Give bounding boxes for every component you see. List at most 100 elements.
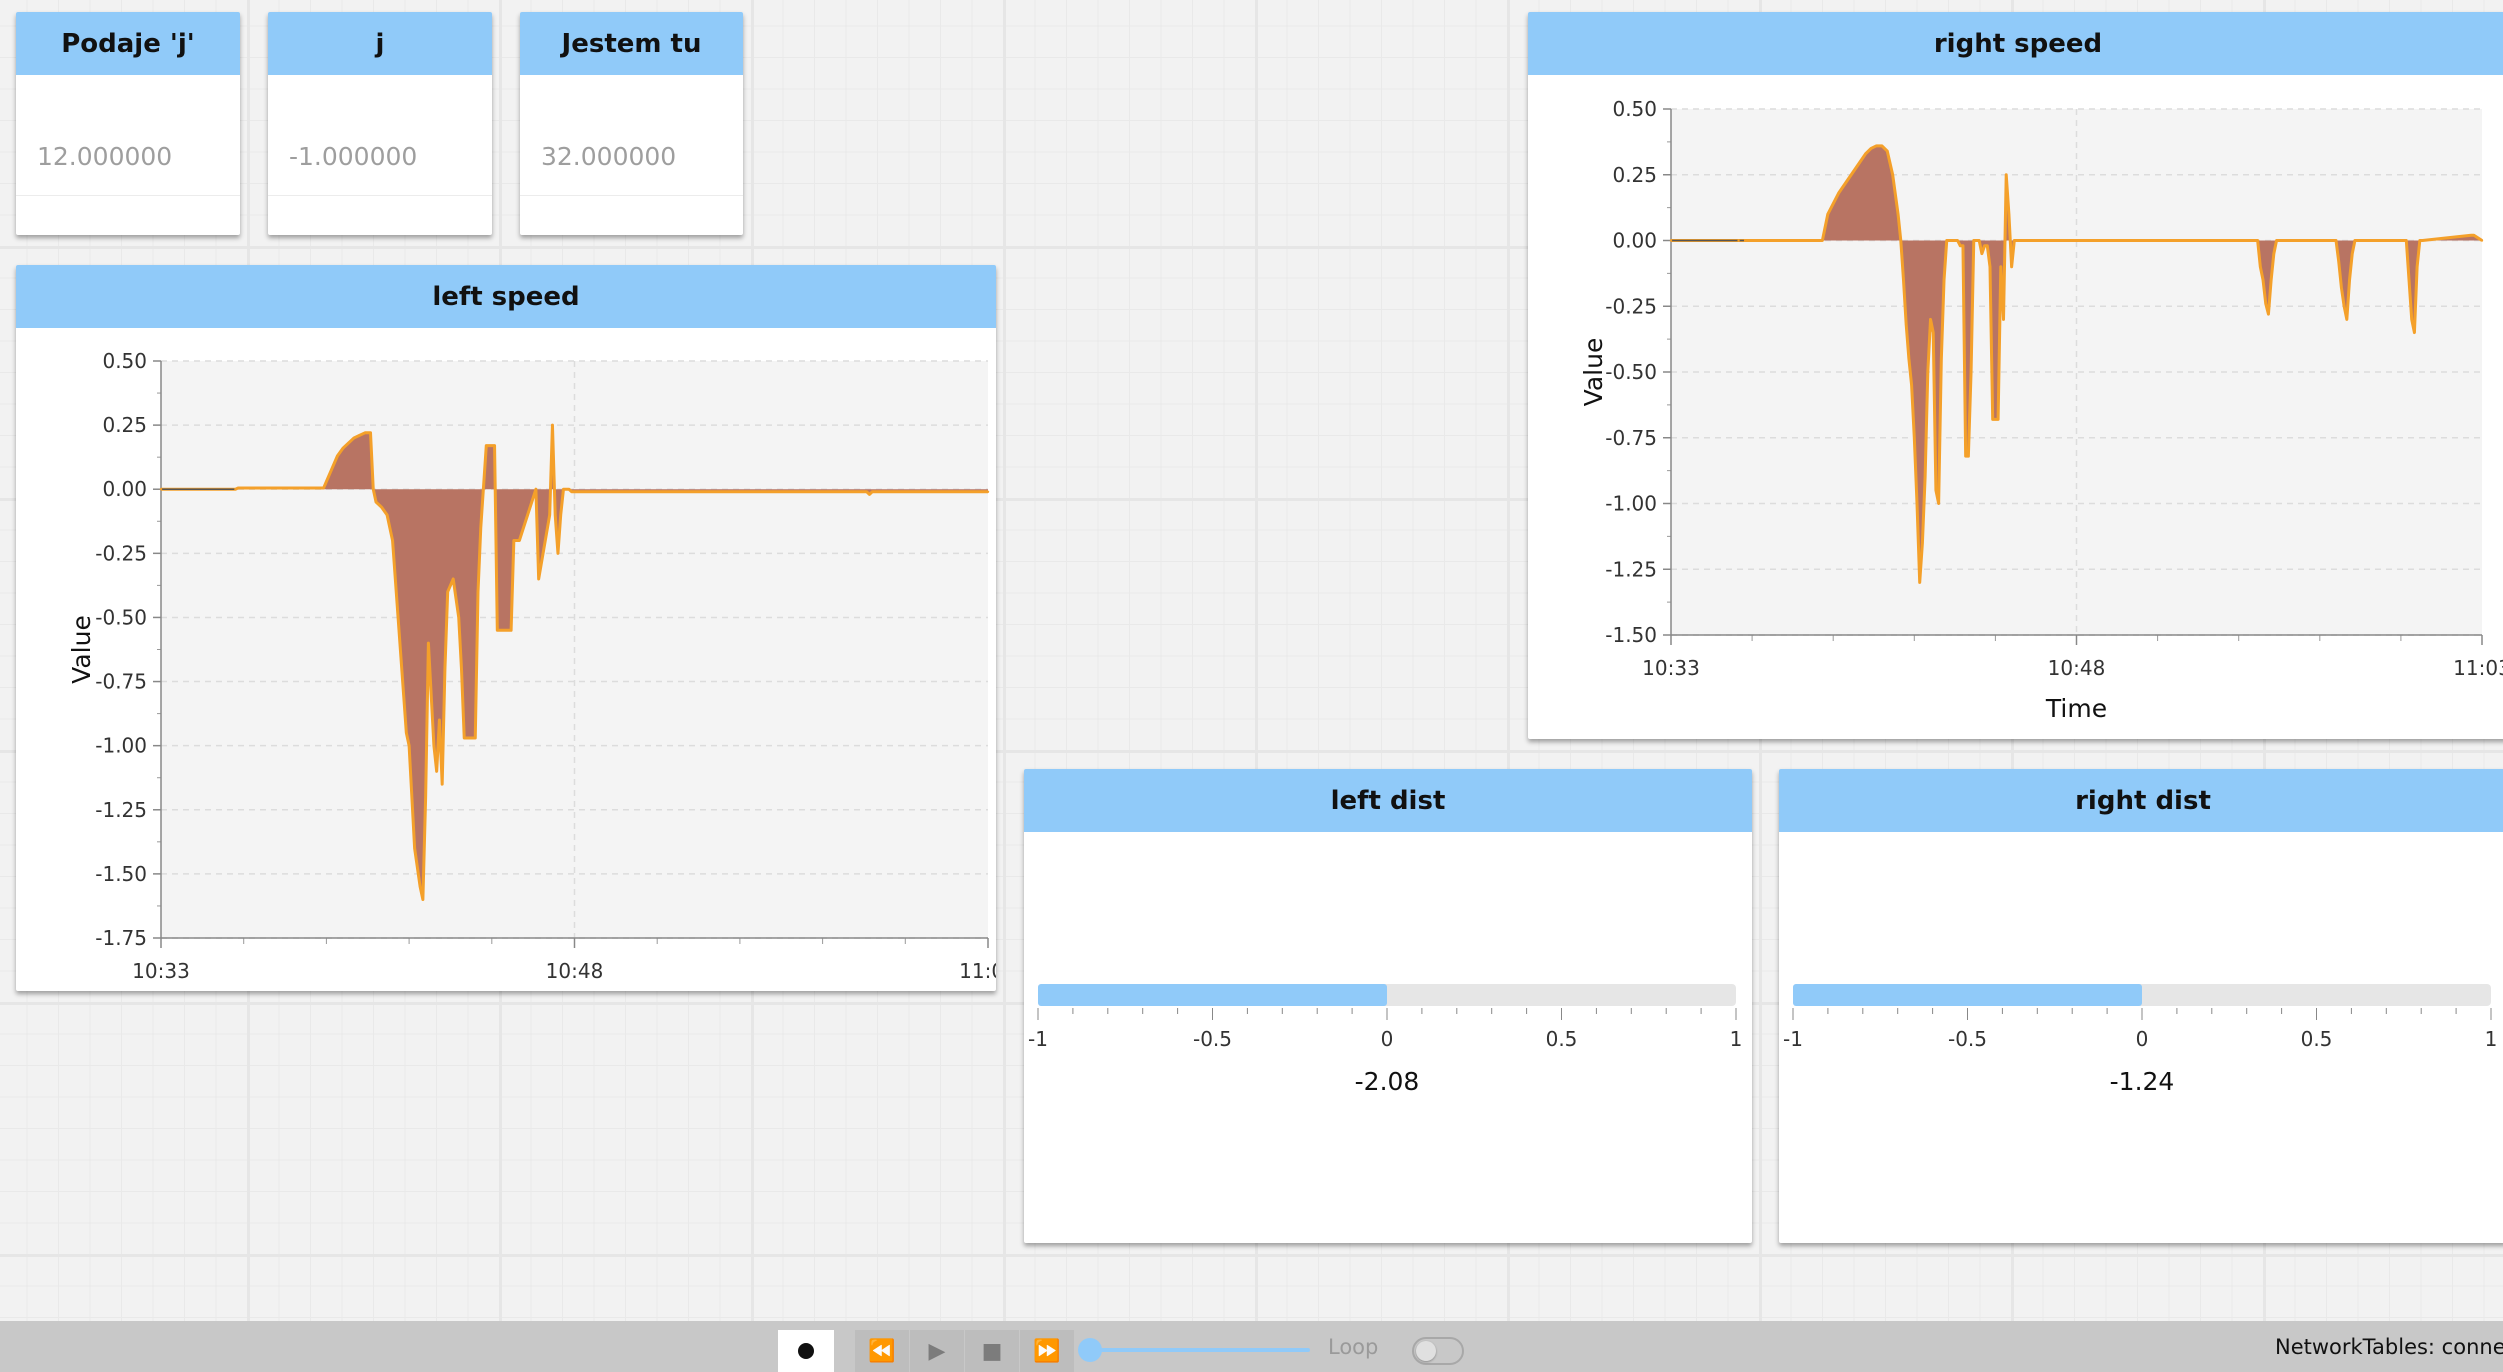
y-tick-label: -1.00 xyxy=(95,734,147,758)
data-point xyxy=(1918,581,1921,584)
data-point xyxy=(1875,144,1878,148)
y-tick-label: -0.25 xyxy=(1605,294,1657,318)
data-point xyxy=(1869,147,1873,150)
data-point xyxy=(2334,239,2338,242)
data-point xyxy=(429,693,433,696)
data-point xyxy=(2256,239,2259,242)
data-point xyxy=(1915,502,1919,505)
widget-jestem-tu[interactable]: Jestem tu 32.000000 xyxy=(520,12,743,235)
fast-forward-button[interactable]: ⏩ xyxy=(1020,1330,1074,1372)
data-point xyxy=(1737,239,1740,242)
data-point xyxy=(1988,265,1992,268)
data-point xyxy=(551,423,554,427)
y-tick-label: -1.25 xyxy=(1605,557,1657,581)
widget-value: 32.000000 xyxy=(541,142,677,171)
y-tick-label: -0.50 xyxy=(95,605,147,629)
scale-tick-label: 1 xyxy=(1730,1027,1743,1051)
widget-left-speed[interactable]: left speed 0.50 0.25 0.00 -0.25 -0.50 -0.75 -1… xyxy=(16,265,996,991)
playback-slider-track[interactable] xyxy=(1090,1348,1310,1352)
data-point xyxy=(1896,213,1900,216)
data-point xyxy=(2421,239,2424,242)
data-point xyxy=(2013,239,2016,242)
data-point xyxy=(1913,436,1916,439)
data-point xyxy=(1942,278,1946,282)
data-point xyxy=(325,480,328,483)
y-tick-label: 0.50 xyxy=(1612,97,1657,121)
data-point xyxy=(548,513,551,517)
data-point xyxy=(567,488,571,491)
data-point xyxy=(1932,331,1935,334)
scale-tick-label: -1 xyxy=(1783,1027,1803,1051)
data-point xyxy=(1842,184,1846,187)
y-tick-label: -0.25 xyxy=(95,541,147,565)
x-tick-label: 10:33 xyxy=(132,959,190,983)
data-point xyxy=(1994,418,1997,421)
x-tick-label: 11:03 xyxy=(959,959,996,983)
widget-title: j xyxy=(268,12,492,75)
data-point xyxy=(2418,239,2422,242)
data-point xyxy=(1904,323,1908,326)
data-point xyxy=(1977,239,1981,242)
widget-right-speed[interactable]: right speed 0.50 0.25 0.00 -0.25 -0.50 -0.75 -… xyxy=(1528,12,2503,739)
data-point xyxy=(1945,239,1948,242)
widget-j[interactable]: j -1.000000 xyxy=(268,12,492,235)
data-point xyxy=(554,513,557,517)
widget-title: left dist xyxy=(1024,769,1752,832)
data-point xyxy=(518,539,521,542)
y-tick-label: -1.00 xyxy=(1605,492,1657,516)
data-point xyxy=(2002,318,2005,321)
rewind-button[interactable]: ⏪ xyxy=(855,1330,909,1372)
data-point xyxy=(2351,252,2354,255)
y-tick-label: -1.25 xyxy=(95,798,147,822)
record-icon xyxy=(798,1343,814,1359)
data-point xyxy=(2480,239,2484,242)
y-axis-label: Value xyxy=(1579,338,1608,407)
x-axis-label: Time xyxy=(2045,694,2107,723)
data-point xyxy=(871,490,874,493)
widget-right-dist[interactable]: right dist -1 -0.5 0 0.5 1 -1.24 xyxy=(1779,769,2503,1243)
y-tick-label: 0.25 xyxy=(102,413,147,437)
x-tick-label: 10:48 xyxy=(546,959,604,983)
widget-podaje-j[interactable]: Podaje 'j' 12.000000 xyxy=(16,12,240,235)
y-tick-label: -1.50 xyxy=(95,862,147,886)
data-point xyxy=(2410,318,2413,321)
widget-left-dist[interactable]: left dist -1 -0.5 0 0.5 1 -2.08 xyxy=(1024,769,1752,1243)
widget-title: Jestem tu xyxy=(520,12,743,75)
data-point xyxy=(1910,383,1913,387)
y-tick-label: 0.00 xyxy=(1612,229,1657,253)
data-point xyxy=(1902,278,1905,282)
playback-slider-thumb[interactable] xyxy=(1078,1338,1102,1362)
data-point xyxy=(1832,202,1835,205)
data-point xyxy=(418,885,422,888)
data-point xyxy=(868,493,871,496)
data-point xyxy=(1823,226,1827,229)
stop-button[interactable]: ■ xyxy=(965,1330,1019,1372)
bar-value-label: -1.24 xyxy=(2110,1067,2175,1096)
loop-toggle[interactable] xyxy=(1412,1337,1464,1365)
data-point xyxy=(463,736,466,740)
play-button[interactable]: ▶ xyxy=(910,1330,964,1372)
record-button[interactable] xyxy=(778,1330,834,1372)
data-point xyxy=(443,667,447,670)
data-point xyxy=(2259,265,2262,268)
data-point xyxy=(2405,239,2408,242)
right-dist-bar: -1 -0.5 0 0.5 1 -1.24 xyxy=(1783,984,2497,1096)
scale-tick-label: 0.5 xyxy=(2301,1027,2333,1051)
data-point xyxy=(1991,418,1994,421)
y-tick-label: -0.50 xyxy=(1605,360,1657,384)
data-point xyxy=(1864,152,1867,155)
data-point xyxy=(512,539,516,542)
data-point xyxy=(363,431,367,435)
x-tick-label: 11:03 xyxy=(2453,656,2503,680)
data-point xyxy=(556,552,560,555)
scale-tick-label: -1 xyxy=(1028,1027,1048,1051)
data-point xyxy=(1929,318,1932,321)
data-point xyxy=(534,488,538,491)
data-point xyxy=(410,795,414,799)
data-point xyxy=(1907,357,1911,361)
data-point xyxy=(421,898,425,901)
data-point xyxy=(372,488,375,491)
data-point xyxy=(1980,252,1984,255)
data-point xyxy=(2413,331,2416,334)
data-point xyxy=(1891,173,1894,176)
